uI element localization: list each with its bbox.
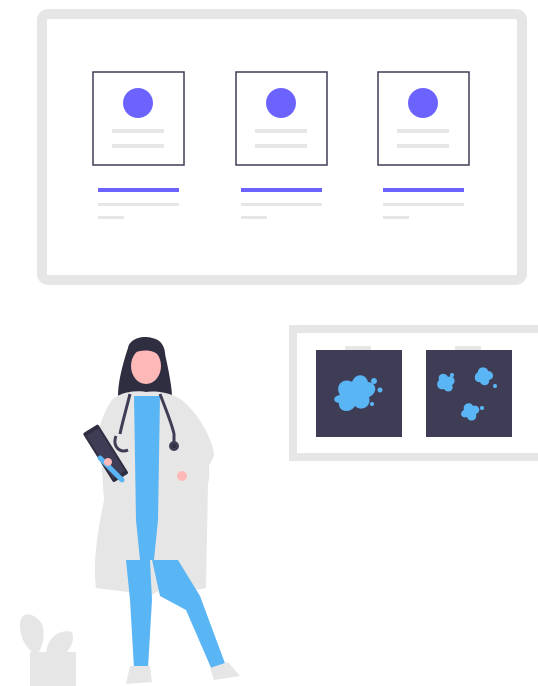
profile-card[interactable]: [92, 71, 185, 166]
avatar-icon: [123, 88, 153, 118]
xray-film-right[interactable]: [426, 346, 512, 437]
profile-text-line: [98, 216, 124, 219]
profile-text-line: [241, 203, 322, 206]
avatar-icon: [408, 88, 438, 118]
profile-card[interactable]: [235, 71, 328, 166]
scrubs-top: [134, 396, 160, 560]
xray-lightbox: [289, 325, 538, 461]
profile-card[interactable]: [377, 71, 470, 166]
film-clip: [345, 346, 371, 350]
doctor-figure: [83, 337, 240, 684]
doctor-directory-panel: [37, 9, 527, 285]
right-hand: [177, 471, 187, 481]
film-clip: [455, 346, 481, 350]
profile-name-line: [241, 188, 322, 192]
profile-text-line: [383, 203, 464, 206]
avatar-icon: [266, 88, 296, 118]
doctor-illustration: [20, 9, 538, 686]
left-leg: [126, 560, 152, 668]
profile-text-line: [98, 203, 179, 206]
profile-name-line: [98, 188, 179, 192]
profile-text-line: [383, 216, 409, 219]
profile-name-line: [383, 188, 464, 192]
xray-film-left[interactable]: [316, 346, 402, 437]
left-shoe: [126, 666, 152, 684]
left-hand: [104, 458, 112, 466]
profile-text-line: [241, 216, 267, 219]
potted-plant: [20, 614, 76, 686]
